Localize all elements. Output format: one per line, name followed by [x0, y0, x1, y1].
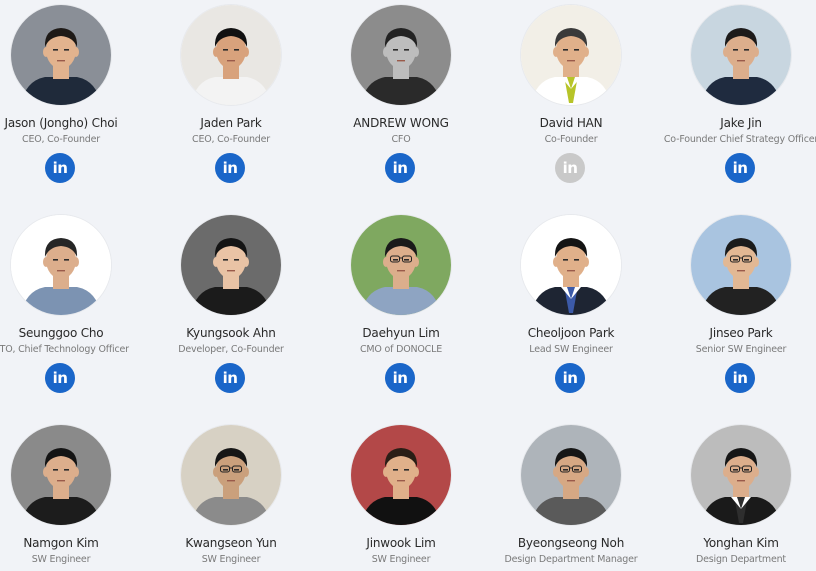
member-role: Co-Founder	[544, 134, 598, 145]
portrait-image	[11, 425, 111, 525]
member-photo	[11, 215, 111, 315]
linkedin-icon[interactable]: in	[385, 363, 415, 393]
member-photo	[521, 5, 621, 105]
portrait-image	[351, 425, 451, 525]
member-role: CFO	[391, 134, 411, 145]
portrait-image	[11, 215, 111, 315]
linkedin-icon[interactable]: in	[555, 363, 585, 393]
member-name: Seunggoo Cho	[18, 326, 104, 340]
portrait-image	[181, 215, 281, 315]
linkedin-icon: in	[555, 153, 585, 183]
portrait-image	[691, 215, 791, 315]
portrait-image	[691, 425, 791, 525]
member-photo	[691, 5, 791, 105]
member-name: Jinseo Park	[709, 326, 773, 340]
linkedin-icon[interactable]: in	[215, 363, 245, 393]
member-photo	[11, 425, 111, 525]
member-photo	[691, 215, 791, 315]
portrait-image	[351, 215, 451, 315]
portrait-image	[521, 215, 621, 315]
member-name: Namgon Kim	[23, 536, 99, 550]
member-name: Jaden Park	[200, 116, 262, 130]
linkedin-icon[interactable]: in	[215, 153, 245, 183]
member-name: Kyungsook Ahn	[186, 326, 276, 340]
member-name: Cheoljoon Park	[527, 326, 615, 340]
member-photo	[181, 425, 281, 525]
member-name: Jinwook Lim	[366, 536, 436, 550]
member-photo	[521, 215, 621, 315]
portrait-image	[181, 5, 281, 105]
member-photo	[11, 5, 111, 105]
team-grid: Jason (Jongho) Choi CEO, Co-Founder in Jade…	[0, 0, 816, 571]
linkedin-icon[interactable]: in	[45, 363, 75, 393]
member-photo	[691, 425, 791, 525]
member-photo	[181, 215, 281, 315]
member-name: Yonghan Kim	[703, 536, 779, 550]
member-role: Developer, Co-Founder	[178, 344, 284, 355]
linkedin-icon[interactable]: in	[725, 363, 755, 393]
member-name: Byeongseong Noh	[517, 536, 625, 550]
member-role: CMO of DONOCLE	[359, 344, 442, 355]
member-role: Senior SW Engineer	[695, 344, 787, 355]
member-name: Kwangseon Yun	[185, 536, 277, 550]
portrait-image	[521, 425, 621, 525]
portrait-image	[521, 5, 621, 105]
portrait-image	[691, 5, 791, 105]
member-name: Jason (Jongho) Choi	[4, 116, 118, 130]
linkedin-icon[interactable]: in	[725, 153, 755, 183]
linkedin-icon[interactable]: in	[45, 153, 75, 183]
member-role: Design Department	[696, 554, 786, 565]
member-photo	[181, 5, 281, 105]
linkedin-icon[interactable]: in	[385, 153, 415, 183]
member-name: David HAN	[539, 116, 603, 130]
portrait-image	[181, 425, 281, 525]
member-role: Co-Founder Chief Strategy Officer	[663, 134, 816, 145]
member-photo	[521, 425, 621, 525]
member-photo	[351, 215, 451, 315]
member-name: ANDREW WONG	[353, 116, 449, 130]
member-role: SW Engineer	[201, 554, 261, 565]
member-name: Jake Jin	[720, 116, 762, 130]
portrait-image	[11, 5, 111, 105]
member-role: Lead SW Engineer	[529, 344, 613, 355]
member-name: Daehyun Lim	[362, 326, 440, 340]
member-role: SW Engineer	[31, 554, 91, 565]
member-role: CEO, Co-Founder	[22, 134, 100, 145]
member-role: Design Department Manager	[504, 554, 638, 565]
member-role: SW Engineer	[371, 554, 431, 565]
member-photo	[351, 425, 451, 525]
member-role: CTO, Chief Technology Officer	[0, 344, 129, 355]
member-role: CEO, Co-Founder	[192, 134, 270, 145]
portrait-image	[351, 5, 451, 105]
member-photo	[351, 5, 451, 105]
